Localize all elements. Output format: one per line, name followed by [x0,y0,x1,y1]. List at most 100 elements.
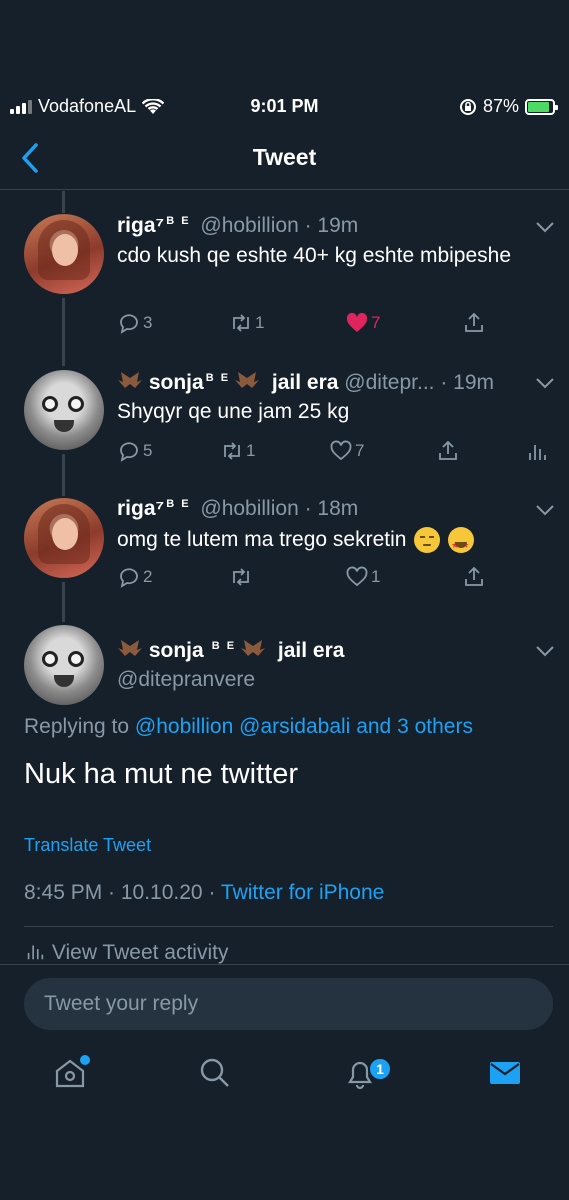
retweet-button[interactable] [229,565,255,589]
user-handle[interactable]: @hobillion [200,497,298,520]
user-name-suffix: jail era [271,371,339,394]
reply-count: 5 [143,441,153,460]
page-title: Tweet [252,144,317,170]
tweet-meta: riga⁷ B E @hobillion · 18m [117,497,358,521]
reply-count: 2 [143,567,153,586]
retweet-icon [233,314,249,332]
share-button[interactable] [462,311,486,335]
main-tweet-name: sonja B E jail era [117,638,344,663]
like-button[interactable]: 7 [329,439,364,463]
status-right: 87% [459,96,558,117]
tweet-text: Shyqyr qe une jam 25 kg [117,400,350,423]
bat-emoji [235,372,260,388]
chevron-down-icon[interactable] [535,644,555,658]
reply-area: Tweet your reply 1 [0,965,569,1200]
thread-line [62,191,65,213]
reply-button[interactable]: 5 [117,439,152,463]
view-activity-button[interactable]: View Tweet activity [24,940,228,964]
share-icon [465,312,483,332]
tweet-text: cdo kush qe eshte 40+ kg eshte mbipeshe [117,244,512,267]
like-button[interactable]: 7 [345,311,380,335]
heart-icon [346,566,368,587]
tweet-time: · 19m [440,371,495,394]
battery-percent: 87% [482,96,519,116]
mention-link[interactable]: @hobillion [135,715,233,738]
heart-filled-icon [346,312,368,332]
badge: B E [166,215,191,227]
source-link[interactable]: Twitter for iPhone [221,881,384,904]
chevron-down-icon[interactable] [535,503,555,517]
chevron-down-icon[interactable] [535,376,555,390]
reply-count: 3 [143,313,153,332]
activity-label: View Tweet activity [51,941,229,964]
battery-charging-icon [525,98,558,115]
share-button[interactable] [462,565,486,589]
heart-icon [330,440,352,461]
thread-line [62,454,65,496]
new-content-dot [80,1055,90,1065]
reply-button[interactable]: 3 [117,311,152,335]
reply-input[interactable]: Tweet your reply [24,978,553,1030]
tweet-text-content: omg te lutem ma trego sekretin [117,528,407,551]
tweet-text: omg te lutem ma trego sekretin [117,525,537,560]
user-name[interactable]: riga⁷ [117,497,164,520]
pensive-face-emoji [414,527,441,554]
retweet-count: 1 [246,441,256,460]
divider [24,926,553,927]
retweet-count: 1 [255,313,265,332]
analytics-icon [529,445,546,460]
tweet-meta: sonja B E jail era @ditepr... · 19m [117,370,494,395]
tweet-timestamp: 8:45 PM · 10.10.20 · Twitter for iPhone [24,881,384,905]
bat-emoji [118,640,142,656]
share-button[interactable] [436,439,460,463]
nav-bar: Tweet [0,130,569,190]
bat-emoji [118,372,142,388]
messages-icon [490,1062,520,1084]
orientation-lock-icon [459,98,476,115]
badge: B E [166,498,191,510]
share-icon [439,440,457,460]
bat-emoji [241,640,266,656]
user-name[interactable]: sonja [149,371,204,394]
retweet-button[interactable]: 1 [229,311,264,335]
tweet-analytics-button[interactable] [525,439,549,463]
main-tweet-text: Nuk ha mut ne twitter [24,758,298,790]
retweet-icon [224,442,240,460]
retweet-button[interactable]: 1 [220,439,255,463]
user-name-suffix: jail era [277,639,345,662]
mention-link[interactable]: @arsidabali [239,715,350,738]
user-handle[interactable]: @ditepr... [344,371,434,394]
user-name[interactable]: sonja [149,639,204,662]
avatar[interactable] [24,498,104,578]
tweet-meta: riga⁷ B E @hobillion · 19m [117,214,358,238]
user-handle[interactable]: @ditepranvere [117,668,255,692]
reply-icon [120,314,138,334]
avatar[interactable] [24,214,104,294]
retweet-icon [233,568,249,586]
tab-search[interactable] [197,1055,237,1095]
search-icon [200,1058,229,1087]
replying-prefix: Replying to [24,715,130,738]
reply-icon [120,568,138,588]
badge: B E [205,372,231,384]
badge: B E [211,640,237,652]
replying-to: Replying to @hobillion @arsidabali and 3… [24,715,473,739]
tweet-time: · 19m [304,214,359,237]
tab-messages[interactable] [487,1055,527,1095]
translate-tweet-link[interactable]: Translate Tweet [24,835,151,856]
like-count: 7 [355,441,365,460]
like-button[interactable]: 1 [345,565,380,589]
user-name[interactable]: riga⁷ [117,214,164,237]
timestamp-text: 8:45 PM · 10.10.20 · [24,881,216,904]
share-icon [465,566,483,586]
like-count: 7 [371,313,381,332]
notifications-badge: 1 [368,1057,392,1081]
like-count: 1 [371,567,381,586]
tweet-time: · 18m [304,497,359,520]
avatar[interactable] [24,370,104,450]
user-handle[interactable]: @hobillion [200,214,298,237]
chevron-down-icon[interactable] [535,220,555,234]
others-link[interactable]: and 3 others [356,715,473,738]
avatar[interactable] [24,625,104,705]
reply-button[interactable]: 2 [117,565,152,589]
